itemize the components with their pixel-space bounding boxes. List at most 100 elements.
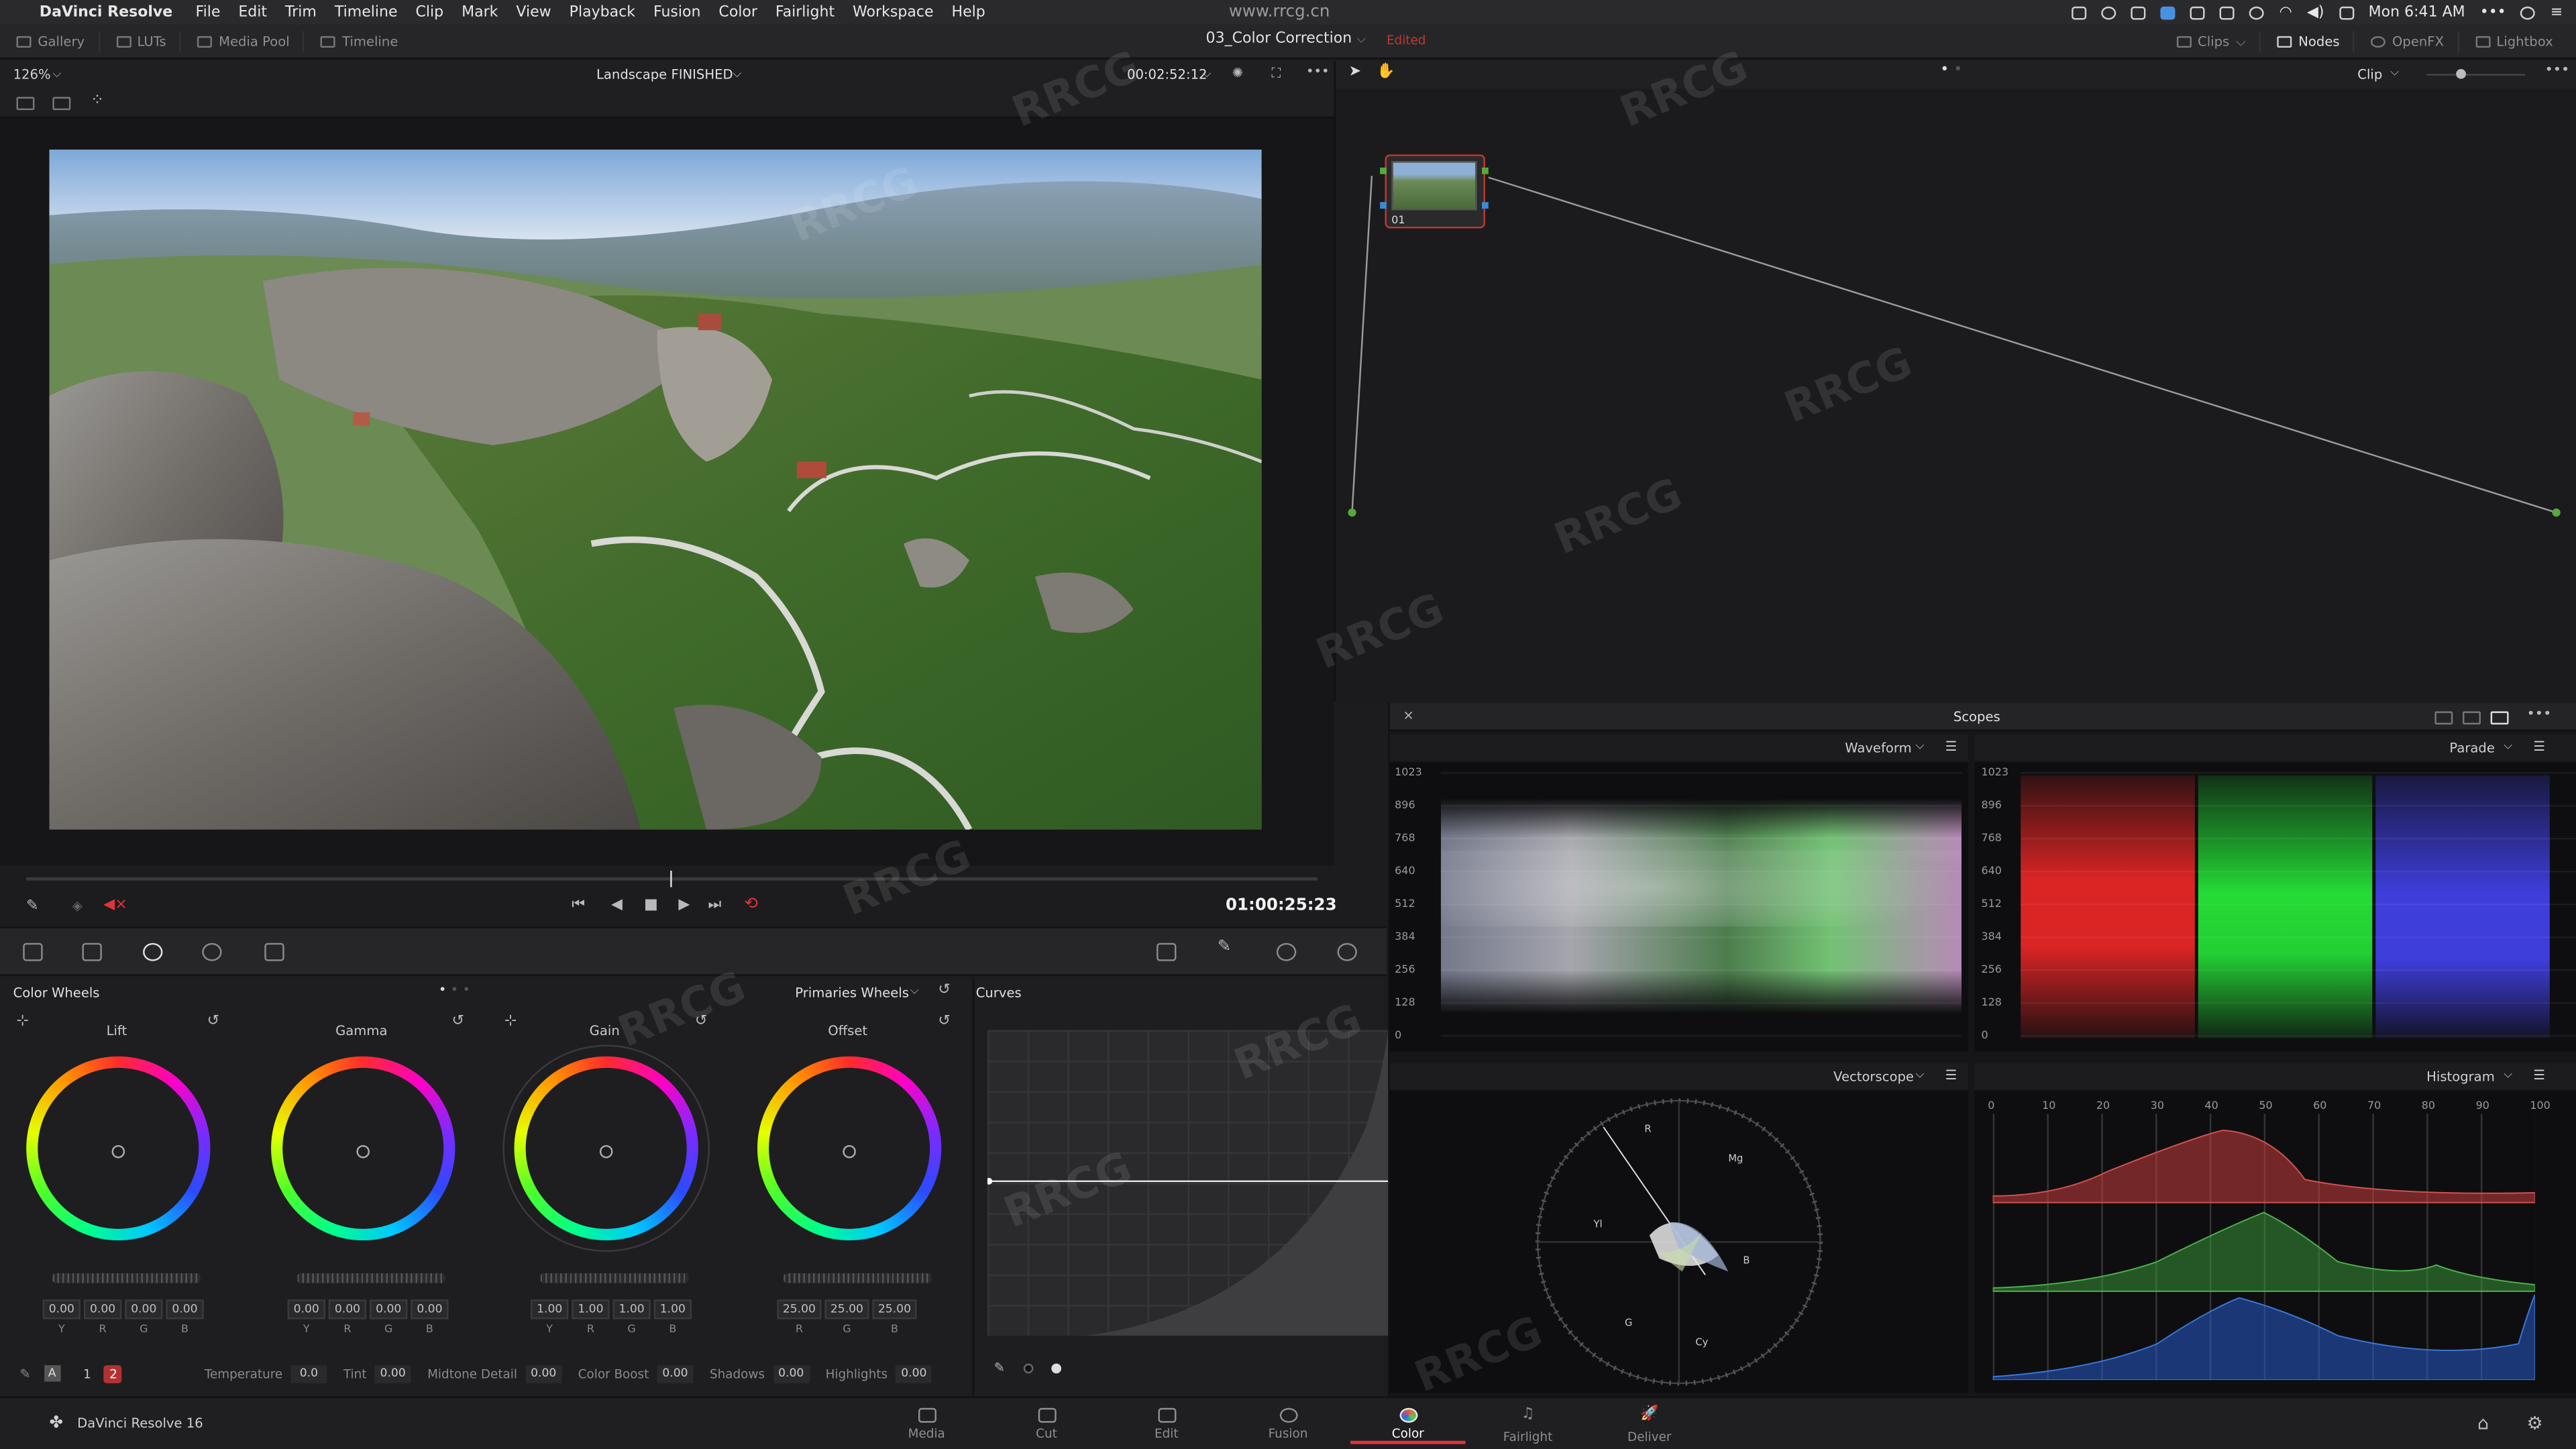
tools-icon[interactable] (2190, 5, 2206, 19)
page-edit[interactable]: Edit (1117, 1407, 1216, 1441)
menu-edit[interactable]: Edit (238, 4, 267, 20)
gain-r[interactable]: 1.00 (572, 1299, 610, 1320)
parade-select[interactable]: Parade (2449, 741, 2495, 755)
play-icon[interactable]: ▶ (678, 897, 690, 913)
gamma-y[interactable]: 0.00 (287, 1299, 325, 1320)
time-machine-icon[interactable] (2249, 5, 2265, 19)
gamma-reset-icon[interactable]: ↺ (451, 1014, 464, 1030)
node-input-key[interactable] (1380, 202, 1387, 209)
camera-raw-icon[interactable] (23, 943, 43, 961)
curve-graph[interactable] (987, 1030, 1389, 1336)
openfx-button[interactable]: OpenFX (2371, 31, 2459, 53)
play-reverse-icon[interactable]: ◀ (611, 897, 623, 913)
histogram-dropdown-icon[interactable]: ⌵ (2504, 1068, 2512, 1083)
auto-button[interactable]: A (44, 1365, 60, 1382)
node-output-key[interactable] (1481, 202, 1489, 209)
curves-icon[interactable] (1157, 943, 1177, 961)
clock[interactable]: Mon 6:41 AM (2369, 4, 2465, 20)
menu-trim[interactable]: Trim (285, 4, 317, 20)
lift-wheel[interactable]: ⊹ Lift ↺ 0.00 0.00 0.00 0.00 Y R G B (10, 1014, 223, 1365)
gain-b[interactable]: 1.00 (653, 1299, 692, 1320)
menu-workspace[interactable]: Workspace (853, 4, 933, 20)
highlight-icon[interactable]: ✺ (1232, 66, 1243, 80)
node-01[interactable]: 01 (1380, 154, 1489, 229)
media-pool-button[interactable]: Media Pool (197, 31, 305, 53)
page-2-button[interactable]: 2 (104, 1364, 123, 1383)
project-dropdown-icon[interactable]: ⌵ (1357, 33, 1366, 48)
lift-b[interactable]: 0.00 (166, 1299, 204, 1320)
box-icon[interactable] (2131, 5, 2147, 19)
gain-g[interactable]: 1.00 (612, 1299, 651, 1320)
menu-file[interactable]: File (196, 4, 221, 20)
offset-g[interactable]: 25.00 (824, 1299, 869, 1320)
offset-wheel[interactable]: Offset ↺ 25.00 25.00 25.00 R G B (741, 1014, 954, 1365)
gamma-b[interactable]: 0.00 (411, 1299, 449, 1320)
first-frame-icon[interactable]: ⏮ (572, 897, 585, 913)
shadows-value[interactable]: 0.00 (773, 1364, 810, 1383)
globe-icon[interactable] (2520, 5, 2536, 19)
scopes-options-icon[interactable]: ••• (2527, 706, 2552, 722)
offset-puck[interactable] (843, 1144, 856, 1159)
motion-effects-icon[interactable] (264, 943, 284, 961)
node-output-rgb[interactable] (1481, 167, 1489, 174)
lift-puck[interactable] (111, 1144, 125, 1159)
vectorscope-settings-icon[interactable]: ☰ (1945, 1068, 1957, 1083)
lift-r[interactable]: 0.00 (83, 1299, 122, 1320)
waveform-dropdown-icon[interactable]: ⌵ (1916, 739, 1925, 754)
curve-point[interactable] (987, 1177, 993, 1185)
vectorscope-dropdown-icon[interactable]: ⌵ (1916, 1068, 1925, 1083)
mode-dropdown-icon[interactable]: ⌵ (910, 984, 919, 999)
settings-gear-icon[interactable]: ⚙ (2527, 1413, 2543, 1434)
gamma-master-slider[interactable] (297, 1273, 445, 1283)
tracker-icon[interactable] (1337, 943, 1357, 961)
primaries-mode-select[interactable]: Primaries Wheels (795, 985, 909, 1000)
volume-icon[interactable]: ◀) (2307, 4, 2324, 20)
fullscreen-icon[interactable]: ⛶ (1272, 66, 1281, 82)
source-timecode[interactable]: 00:02:52:12 (1127, 67, 1208, 82)
black-point-icon[interactable] (1023, 1363, 1034, 1374)
vectorscope-select[interactable]: Vectorscope (1833, 1069, 1914, 1084)
histogram-scope[interactable] (1974, 1091, 2576, 1393)
clips-button[interactable]: Clips ⌵ (2176, 31, 2261, 53)
histogram-select[interactable]: Histogram (2426, 1069, 2495, 1084)
offset-b[interactable]: 25.00 (872, 1299, 917, 1320)
page-media[interactable]: Media (877, 1407, 976, 1441)
menu-app-name[interactable]: DaVinci Resolve (40, 4, 172, 20)
parade-dropdown-icon[interactable]: ⌵ (2504, 739, 2512, 754)
highlights-value[interactable]: 0.00 (896, 1364, 932, 1383)
vectorscope-scope[interactable]: R Mg B Cy G Yl (1389, 1091, 1968, 1393)
wheels-page-dots[interactable]: • • • (439, 982, 470, 997)
record-timecode[interactable]: 01:00:25:23 (1226, 897, 1337, 915)
page-fairlight[interactable]: ♫ Fairlight (1479, 1407, 1577, 1444)
waveform-select[interactable]: Waveform (1845, 741, 1911, 755)
window-icon[interactable] (1276, 943, 1297, 961)
menu-fusion[interactable]: Fusion (653, 4, 701, 20)
video-frame[interactable] (49, 149, 1262, 830)
offset-r[interactable]: 25.00 (777, 1299, 822, 1320)
app-status-icon[interactable] (2161, 5, 2176, 19)
page-deliver[interactable]: 🚀 Deliver (1600, 1407, 1699, 1444)
clip-name[interactable]: Landscape FINISHED (596, 67, 733, 82)
eyedropper-icon[interactable]: ✎ (26, 899, 38, 915)
gallery-button[interactable]: Gallery (16, 31, 100, 53)
effects-icon[interactable]: ⁘ (91, 92, 105, 110)
cloud-icon[interactable] (2072, 5, 2088, 19)
qualifier-icon[interactable]: ✎ (1218, 938, 1237, 956)
wifi-icon[interactable]: ◠ (2279, 4, 2292, 20)
control-center-icon[interactable]: ≡ (2551, 4, 2563, 20)
menu-clip[interactable]: Clip (416, 4, 444, 20)
gain-reset-icon[interactable]: ↺ (695, 1014, 707, 1030)
offset-master-slider[interactable] (784, 1273, 932, 1283)
single-scope-icon[interactable] (2434, 711, 2453, 725)
white-point-icon[interactable] (1051, 1363, 1062, 1374)
gamma-r[interactable]: 0.00 (328, 1299, 367, 1320)
viewer-options-icon[interactable]: ••• (1306, 64, 1330, 79)
page-color[interactable]: Color (1350, 1405, 1466, 1444)
gain-master-slider[interactable] (540, 1273, 689, 1283)
project-title[interactable]: 03_Color Correction (1206, 32, 1352, 48)
lift-g[interactable]: 0.00 (125, 1299, 163, 1320)
menu-timeline[interactable]: Timeline (335, 4, 398, 20)
zoom-dropdown-icon[interactable]: ⌵ (52, 67, 61, 82)
menu-view[interactable]: View (516, 4, 551, 20)
color-boost-value[interactable]: 0.00 (657, 1364, 694, 1383)
